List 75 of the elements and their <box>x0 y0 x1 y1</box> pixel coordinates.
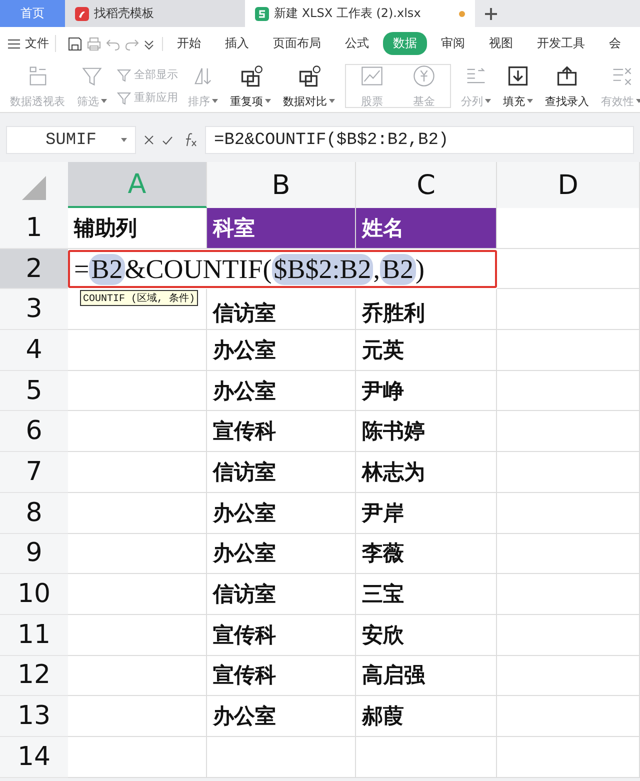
table-cell: 林志为 <box>356 452 497 493</box>
ribbon-tab[interactable]: 会 <box>599 32 631 55</box>
row-header[interactable]: 1 <box>0 208 68 249</box>
document-tab[interactable]: 新建 XLSX 工作表 (2).xlsx <box>245 0 475 27</box>
row-header[interactable]: 2 <box>0 248 68 290</box>
table-cell: 宣传科 <box>207 656 356 696</box>
table-cell: 信访室 <box>207 289 356 330</box>
ribbon-button[interactable]: 重复项 <box>224 60 277 112</box>
ribbon-tab[interactable]: 审阅 <box>431 32 475 55</box>
ribbon-tab[interactable]: 插入 <box>215 32 259 55</box>
row-header[interactable]: 13 <box>0 696 68 737</box>
row-header[interactable]: 12 <box>0 656 68 696</box>
ribbon-button[interactable]: 查找录入 <box>539 60 595 112</box>
table-cell: 高启强 <box>356 656 497 696</box>
row-header[interactable]: 7 <box>0 452 68 493</box>
row-header[interactable]: 6 <box>0 411 68 452</box>
table-cell: 信访室 <box>207 452 356 493</box>
row-header[interactable]: 5 <box>0 370 68 412</box>
table-cell: 办公室 <box>207 534 356 574</box>
name-box[interactable]: SUMIF <box>6 126 136 154</box>
row-header[interactable]: 14 <box>0 736 68 778</box>
header-cell: 科室 <box>207 208 356 249</box>
row-header[interactable]: 4 <box>0 330 68 371</box>
ribbon-tab[interactable]: 开始 <box>167 32 211 55</box>
column-header[interactable]: C <box>356 162 497 208</box>
column-header[interactable]: D <box>497 162 640 208</box>
table-cell: 办公室 <box>207 696 356 737</box>
table-cell: 办公室 <box>207 370 356 412</box>
table-cell: 尹峥 <box>356 370 497 412</box>
cell-editor[interactable]: =B2&COUNTIF($B$2:B2,B2) <box>68 250 497 288</box>
table-cell: 三宝 <box>356 574 497 615</box>
ribbon-tab[interactable]: 公式 <box>335 32 379 55</box>
table-cell: 元英 <box>356 330 497 371</box>
squares-icon <box>238 64 262 88</box>
flame-icon <box>75 6 89 20</box>
spreadsheet-icon <box>255 6 269 20</box>
menu-icon[interactable] <box>8 38 20 48</box>
ribbon-tab[interactable]: 开发工具 <box>527 32 595 55</box>
table-cell: 安欣 <box>356 614 497 656</box>
cancel-icon[interactable] <box>144 135 154 145</box>
ribbon-button[interactable]: 填充 <box>497 60 539 112</box>
header-cell: 辅助列 <box>68 208 207 249</box>
row-header[interactable]: 3 <box>0 289 68 330</box>
table-cell: 宣传科 <box>207 614 356 656</box>
header-cell: 姓名 <box>356 208 497 249</box>
row-header[interactable]: 10 <box>0 574 68 615</box>
save-icon[interactable] <box>68 36 82 50</box>
ribbon-tab[interactable]: 页面布局 <box>263 32 331 55</box>
table-cell: 宣传科 <box>207 411 356 452</box>
table-cell: 办公室 <box>207 492 356 534</box>
table-cell: 乔胜利 <box>356 289 497 330</box>
funnel-icon <box>117 90 131 104</box>
function-tooltip: COUNTIF (区域, 条件) <box>80 290 198 306</box>
document-tab[interactable]: 找稻壳模板 <box>65 0 245 27</box>
caret-icon <box>121 138 127 142</box>
chart-icon <box>360 64 384 88</box>
table-cell: 尹岸 <box>356 492 497 534</box>
table-cell: 李薇 <box>356 534 497 574</box>
column-header[interactable]: B <box>207 162 356 208</box>
funnel-icon <box>117 68 131 82</box>
table-cell: 陈书婷 <box>356 411 497 452</box>
row-header[interactable]: 11 <box>0 614 68 656</box>
row-header[interactable]: 9 <box>0 534 68 574</box>
upload-icon <box>555 64 579 88</box>
check-icon[interactable] <box>162 136 173 144</box>
row-header[interactable]: 8 <box>0 492 68 534</box>
ribbon-tab[interactable]: 视图 <box>479 32 523 55</box>
table-cell: 郝葭 <box>356 696 497 737</box>
file-menu[interactable]: 文件 <box>25 35 49 52</box>
table-cell: 信访室 <box>207 574 356 615</box>
yen-icon <box>412 64 436 88</box>
formula-field[interactable]: =B2&COUNTIF($B$2:B2,B2) <box>205 126 634 154</box>
ribbon-button[interactable]: 数据对比 <box>277 60 341 112</box>
table-cell: 办公室 <box>207 330 356 371</box>
squares-icon <box>297 64 321 88</box>
